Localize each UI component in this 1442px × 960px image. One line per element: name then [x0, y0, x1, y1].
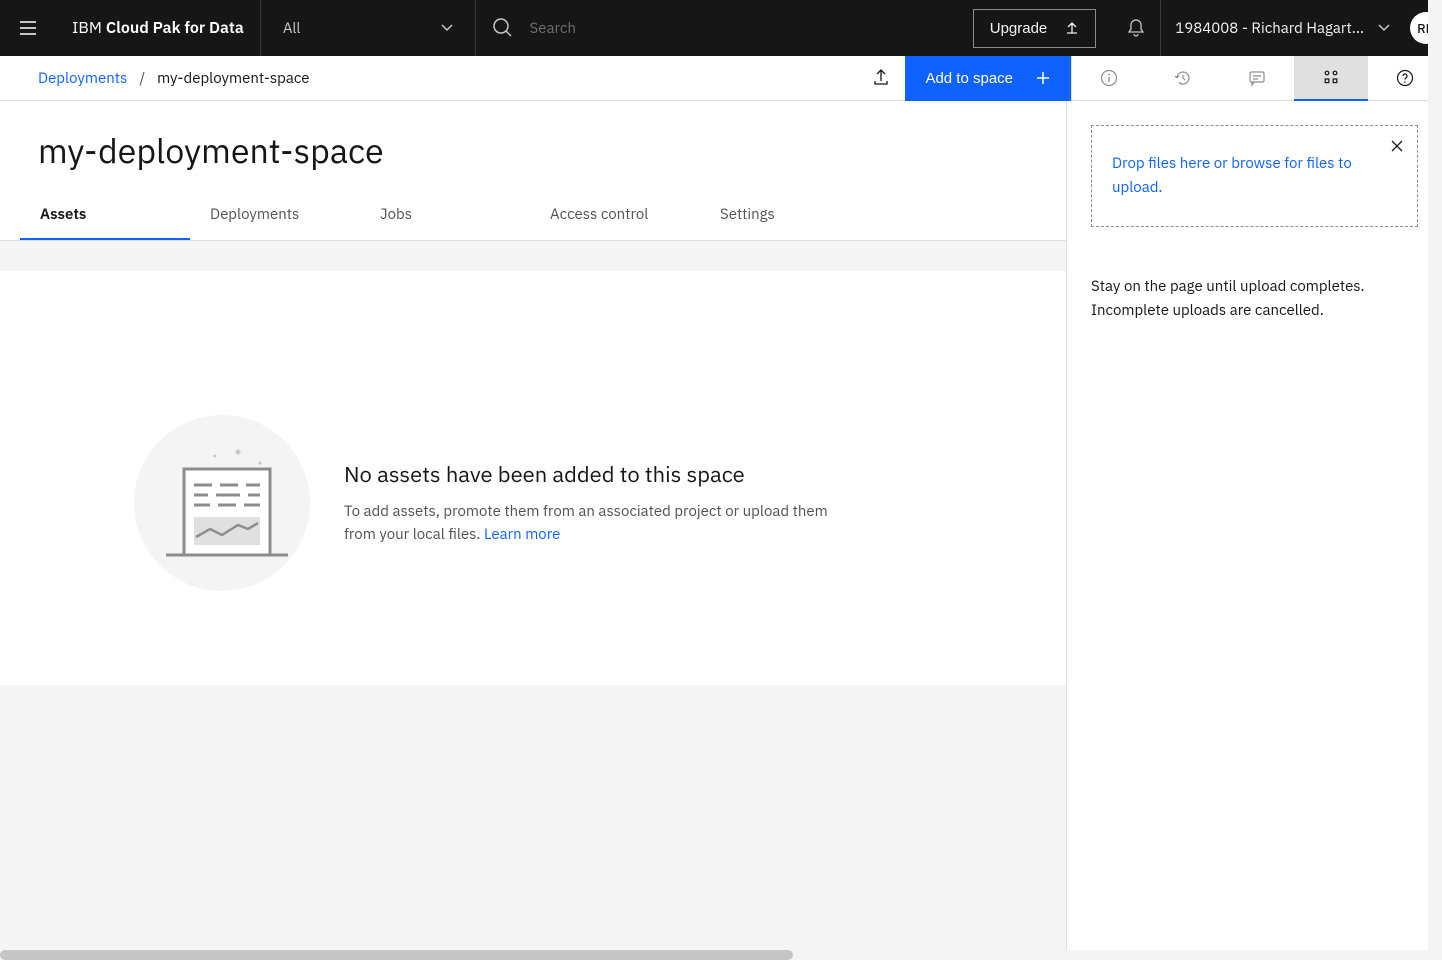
add-to-space-button[interactable]: Add to space	[905, 56, 1071, 101]
history-icon	[1174, 69, 1192, 87]
search-placeholder: Search	[530, 19, 576, 38]
search-icon	[492, 17, 514, 39]
horizontal-scrollbar[interactable]	[0, 950, 1442, 960]
breadcrumb-separator: /	[139, 69, 145, 88]
chevron-down-icon	[1378, 24, 1390, 32]
scope-dropdown-label: All	[283, 19, 301, 38]
data-icon	[1322, 68, 1340, 86]
tab-settings[interactable]: Settings	[700, 193, 870, 240]
chevron-down-icon	[441, 24, 453, 32]
upload-side-panel: Drop files here or browse for files to u…	[1066, 101, 1442, 960]
user-menu[interactable]: 1984008 - Richard Hagart...	[1160, 0, 1404, 56]
close-icon	[1391, 140, 1403, 152]
breadcrumb-current: my-deployment-space	[157, 69, 309, 88]
upgrade-arrow-icon	[1065, 21, 1079, 35]
tab-assets[interactable]: Assets	[20, 193, 190, 240]
notifications-button[interactable]	[1112, 0, 1160, 56]
info-panel-button[interactable]	[1072, 56, 1146, 101]
brand-logo[interactable]: IBM Cloud Pak for Data	[56, 18, 260, 38]
learn-more-link[interactable]: Learn more	[484, 525, 560, 544]
comments-panel-button[interactable]	[1220, 56, 1294, 101]
history-panel-button[interactable]	[1146, 56, 1220, 101]
tabs: Assets Deployments Jobs Access control S…	[0, 193, 1066, 241]
empty-body: To add assets, promote them from an asso…	[344, 501, 844, 546]
drop-zone-text[interactable]: Drop files here or browse for files to u…	[1112, 152, 1397, 200]
user-label: 1984008 - Richard Hagart...	[1175, 19, 1364, 38]
empty-body-text: To add assets, promote them from an asso…	[344, 502, 828, 544]
close-drop-zone[interactable]	[1387, 136, 1407, 156]
bottom-spacer	[0, 685, 1066, 960]
horizontal-scrollbar-thumb[interactable]	[0, 950, 793, 960]
scope-dropdown[interactable]: All	[260, 0, 476, 56]
empty-text: No assets have been added to this space …	[344, 460, 844, 546]
tab-jobs[interactable]: Jobs	[360, 193, 530, 240]
main-content: my-deployment-space Assets Deployments J…	[0, 101, 1066, 960]
empty-illustration	[130, 411, 314, 595]
add-to-space-label: Add to space	[925, 70, 1013, 87]
export-icon	[872, 69, 890, 87]
side-panel-tabs	[1071, 56, 1442, 101]
brand-ibm: IBM	[72, 18, 102, 38]
upload-panel-button[interactable]	[1294, 56, 1368, 101]
bell-icon	[1126, 18, 1146, 38]
brand-product: Cloud Pak for Data	[106, 18, 244, 38]
page-title: my-deployment-space	[0, 101, 1066, 193]
toolbar-band	[0, 241, 1066, 271]
plus-icon	[1035, 70, 1051, 86]
global-search[interactable]: Search	[476, 17, 957, 39]
upgrade-button[interactable]: Upgrade	[973, 9, 1097, 48]
export-button[interactable]	[857, 56, 905, 101]
sub-header: Deployments / my-deployment-space Add to…	[0, 56, 1442, 101]
content-wrapper: my-deployment-space Assets Deployments J…	[0, 101, 1442, 960]
vertical-scrollbar[interactable]	[1428, 0, 1442, 950]
global-header: IBM Cloud Pak for Data All Search Upgrad…	[0, 0, 1442, 56]
chat-icon	[1248, 69, 1266, 87]
info-icon	[1100, 69, 1118, 87]
file-drop-zone[interactable]: Drop files here or browse for files to u…	[1091, 125, 1418, 227]
empty-heading: No assets have been added to this space	[344, 460, 844, 489]
empty-state: No assets have been added to this space …	[0, 271, 1066, 685]
hamburger-menu[interactable]	[0, 0, 56, 56]
menu-icon	[18, 18, 38, 38]
header-right: Upgrade 1984008 - Richard Hagart... RH	[957, 0, 1442, 56]
breadcrumb-parent[interactable]: Deployments	[38, 69, 127, 88]
help-icon	[1396, 69, 1414, 87]
upload-help-text: Stay on the page until upload completes.…	[1091, 275, 1418, 323]
tab-deployments[interactable]: Deployments	[190, 193, 360, 240]
tab-access-control[interactable]: Access control	[530, 193, 700, 240]
upgrade-label: Upgrade	[990, 20, 1048, 37]
breadcrumb: Deployments / my-deployment-space	[0, 69, 857, 88]
